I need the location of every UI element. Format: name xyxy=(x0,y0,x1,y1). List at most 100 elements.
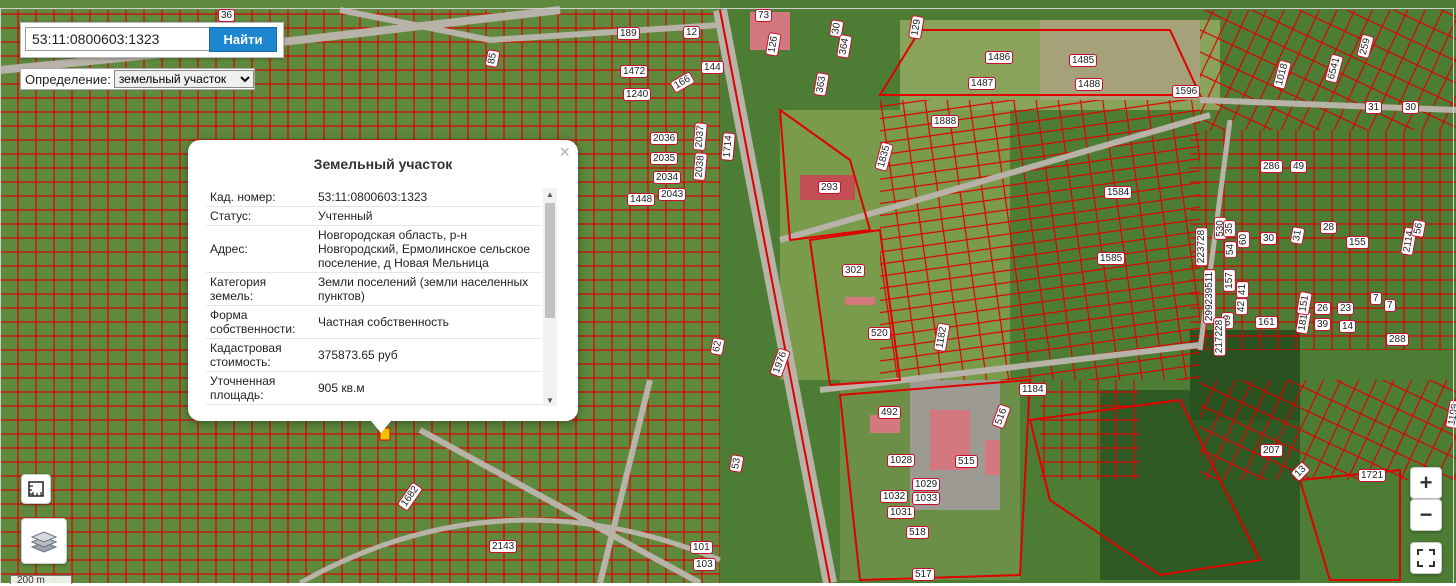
row-value: 53:11:0800603:1323 xyxy=(314,188,542,207)
plot-label: 1184 xyxy=(1019,383,1047,396)
plot-label: 2034 xyxy=(653,171,682,184)
plot-label: 293 xyxy=(818,181,841,194)
measure-button[interactable] xyxy=(21,474,51,504)
row-value: Земли поселений (земли населенных пункто… xyxy=(314,272,542,306)
plot-label: 35 xyxy=(1223,219,1237,238)
row-key: Форма собственности: xyxy=(206,305,314,339)
row-value: 375873.65 руб xyxy=(314,338,542,372)
plot-label: 217228 xyxy=(1213,316,1227,357)
scroll-down-icon[interactable]: ▼ xyxy=(546,396,554,405)
plot-label: 1033 xyxy=(912,492,941,505)
row-key: Уточненная площадь: xyxy=(206,371,314,405)
plot-label: 189 xyxy=(617,27,640,40)
plot-label: 2043 xyxy=(658,188,687,201)
search-panel: Найти xyxy=(20,22,284,58)
row-value: 905 кв.м xyxy=(314,371,542,405)
plot-label: 157 xyxy=(1222,269,1236,292)
plot-label: 7 xyxy=(1370,292,1382,305)
plot-label: 286 xyxy=(1260,160,1283,173)
definition-label: Определение: xyxy=(25,71,111,87)
plot-label: 12 xyxy=(683,26,701,39)
plot-label: 1488 xyxy=(1075,78,1104,91)
plot-label: 1485 xyxy=(1069,54,1098,67)
plot-label: 1028 xyxy=(887,454,916,467)
plot-label: 1888 xyxy=(931,115,960,128)
plot-label: 30 xyxy=(1260,232,1278,245)
plot-label: 223728 xyxy=(1195,226,1209,267)
row-value: Частная собственность xyxy=(314,305,542,339)
plot-label: 2143 xyxy=(489,540,518,553)
plot-label: 2037 xyxy=(692,121,708,152)
table-row: Адрес: Новгородская область, р-н Новгород… xyxy=(206,225,542,273)
plot-label: 26 xyxy=(1314,302,1332,315)
ruler-icon xyxy=(28,481,44,497)
row-key: Кадастровая стоимость: xyxy=(206,338,314,372)
table-row: Кад. номер: 53:11:0800603:1323 xyxy=(206,188,542,207)
table-row: Статус: Учтенный xyxy=(206,206,542,226)
plot-label: 2038 xyxy=(692,151,708,182)
fullscreen-icon xyxy=(1417,549,1435,567)
plot-label: 49 xyxy=(1290,160,1308,173)
plot-label: 36 xyxy=(218,9,236,22)
popup-pointer xyxy=(371,421,391,433)
row-value: Учтенный xyxy=(314,206,542,226)
row-key: Категория земель: xyxy=(206,272,314,306)
plot-label: 207 xyxy=(1260,444,1283,457)
plot-label: 288 xyxy=(1386,333,1409,346)
plot-label: 1596 xyxy=(1172,85,1201,98)
zoom-in-button[interactable]: + xyxy=(1410,467,1442,499)
plot-label: 1448 xyxy=(627,193,656,206)
plot-label: 1240 xyxy=(623,88,652,101)
definition-panel: Определение: земельный участок xyxy=(20,68,255,90)
plot-label: 299239511 xyxy=(1203,268,1217,325)
plot-label: 1029 xyxy=(912,478,941,491)
plot-label: 73 xyxy=(755,9,773,22)
table-row: Уточненная площадь: 905 кв.м xyxy=(206,371,542,405)
row-key: Адрес: xyxy=(206,225,314,273)
plot-label: 54 xyxy=(1224,240,1238,259)
row-value: Новгородская область, р-н Новгородский, … xyxy=(314,225,542,273)
layers-button[interactable] xyxy=(21,518,67,564)
search-input[interactable] xyxy=(25,27,211,51)
plot-label: 1584 xyxy=(1104,186,1133,199)
plot-label: 2035 xyxy=(650,152,679,165)
plot-label: 1585 xyxy=(1097,252,1126,265)
plot-label: 1472 xyxy=(620,65,649,78)
plot-label: 520 xyxy=(868,327,891,340)
plot-label: 302 xyxy=(842,264,865,277)
parcel-info-table: Кад. номер: 53:11:0800603:1323 Статус: Учт… xyxy=(206,188,542,405)
plot-label: 60 xyxy=(1237,230,1251,249)
definition-select[interactable]: земельный участок xyxy=(113,70,254,88)
plot-label: 2036 xyxy=(650,132,679,145)
scrollbar-thumb[interactable] xyxy=(545,203,555,318)
plot-label: 1031 xyxy=(887,506,916,519)
plot-label: 41 xyxy=(1236,280,1250,299)
plot-label: 23 xyxy=(1337,302,1355,315)
row-key: Кад. номер: xyxy=(206,188,314,207)
plot-label: 1032 xyxy=(880,490,909,503)
parcel-info-popup: × Земельный участок Кад. номер: 53:11:080… xyxy=(188,140,578,433)
plot-label: 518 xyxy=(906,526,929,539)
zoom-out-button[interactable]: − xyxy=(1410,499,1442,531)
plot-label: 31 xyxy=(1365,101,1383,114)
plot-label: 14 xyxy=(1339,320,1357,333)
plot-label: 517 xyxy=(912,568,935,581)
plot-label: 515 xyxy=(955,455,978,468)
table-row: Форма собственности: Частная собственност… xyxy=(206,305,542,339)
row-key: Статус: xyxy=(206,206,314,226)
plot-label: 42 xyxy=(1235,297,1249,316)
search-button[interactable]: Найти xyxy=(209,27,277,52)
plot-label: 28 xyxy=(1320,221,1338,234)
fullscreen-button[interactable] xyxy=(1410,542,1442,574)
plot-label: 1487 xyxy=(968,77,997,90)
plot-label: 144 xyxy=(701,61,724,74)
plot-label: 492 xyxy=(878,406,901,419)
plot-label: 155 xyxy=(1346,236,1369,249)
plot-label: 7 xyxy=(1384,299,1396,312)
table-row: Кадастровая стоимость: 375873.65 руб xyxy=(206,338,542,372)
plot-label: 103 xyxy=(693,558,716,571)
plot-label: 1714 xyxy=(720,131,736,162)
scroll-up-icon[interactable]: ▲ xyxy=(546,190,554,199)
popup-scrollbar[interactable]: ▲ ▼ xyxy=(543,188,557,406)
plot-label: 39 xyxy=(1314,318,1332,331)
